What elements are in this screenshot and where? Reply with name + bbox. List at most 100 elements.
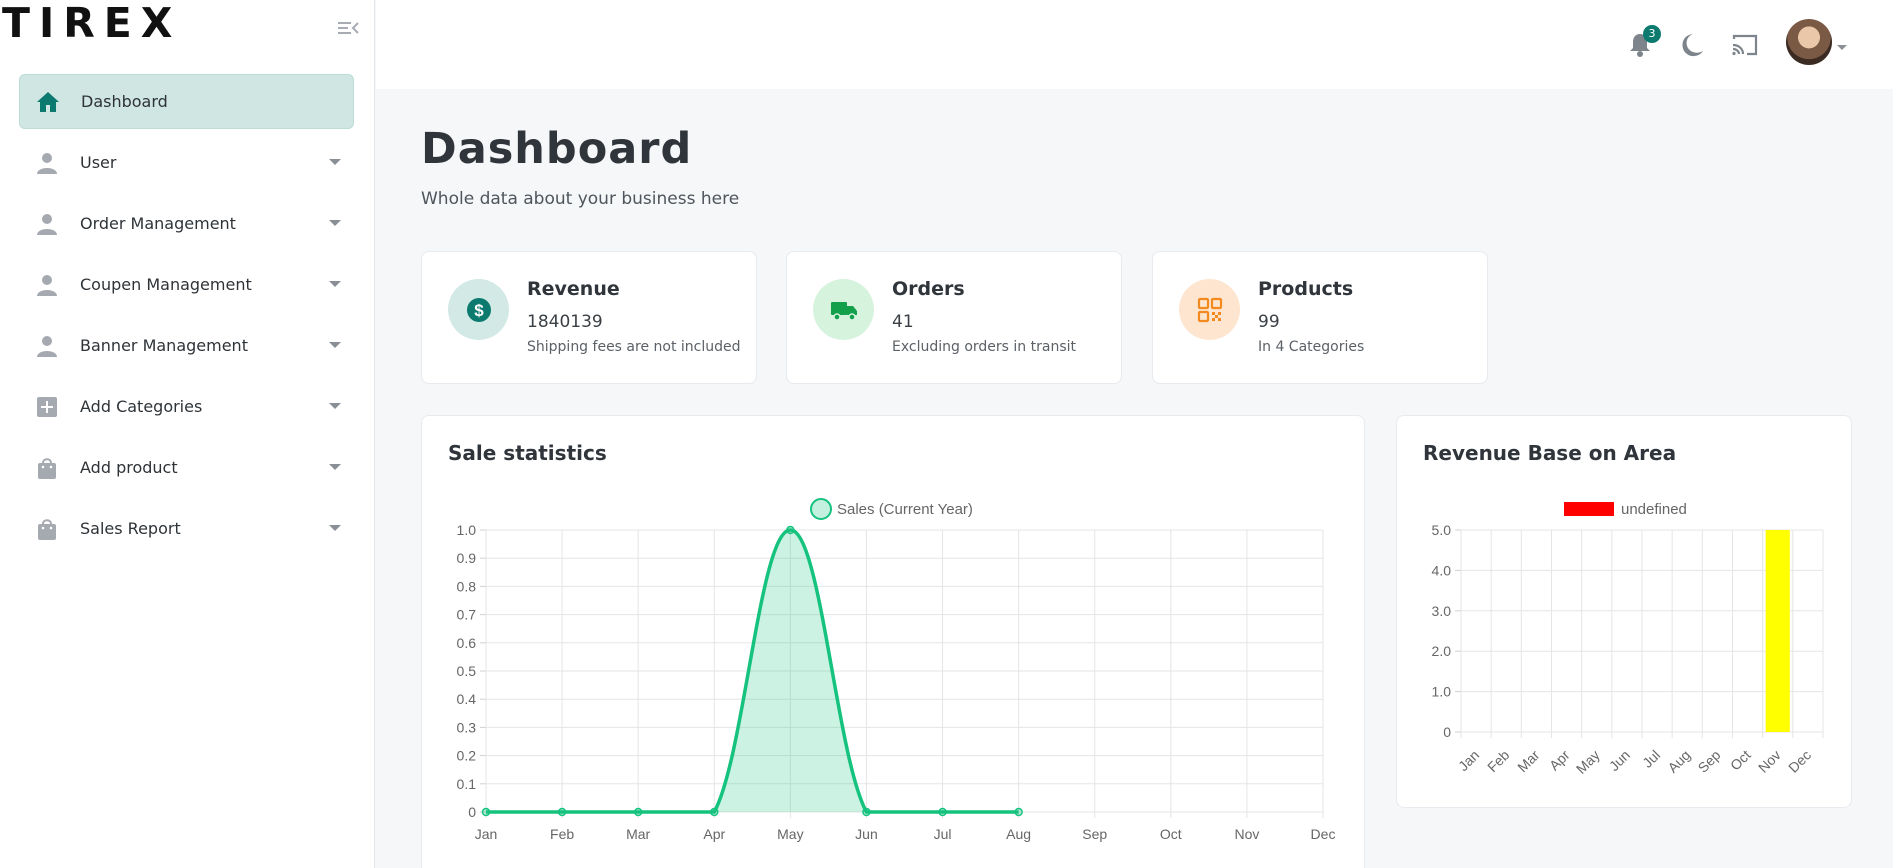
sidebar-item-label: Add product [80, 458, 178, 477]
sidebar-item-label: Banner Management [80, 336, 248, 355]
notification-badge: 3 [1643, 25, 1661, 43]
sidebar-item-sales-report[interactable]: Sales Report [19, 501, 354, 556]
revenue-bar-chart: 0 1.0 2.0 3.0 4.0 5.0 Jan Feb Mar Apr May Jun Jul Aug… [1432, 501, 1824, 777]
x-tick-label: Oct [1160, 826, 1182, 842]
sidebar-item-banner-management[interactable]: Banner Management [19, 318, 354, 373]
avatar[interactable] [1786, 19, 1832, 65]
page-subtitle: Whole data about your business here [421, 189, 740, 209]
data-point [633, 807, 643, 817]
legend-label: undefined [1621, 501, 1687, 518]
y-tick-label: 1.0 [1432, 684, 1452, 700]
data-point [938, 807, 947, 817]
x-tick-label: Nov [1755, 747, 1784, 776]
data-point [786, 525, 795, 535]
sidebar-item-dashboard[interactable]: Dashboard [19, 74, 354, 129]
sidebar-item-label: Order Management [80, 214, 236, 233]
y-tick-label: 0.1 [457, 776, 477, 792]
sidebar-item-label: Sales Report [80, 519, 181, 538]
data-point [481, 807, 491, 817]
topbar [376, 0, 1893, 89]
x-tick-label: Jun [855, 826, 878, 842]
stat-title: Revenue [527, 278, 620, 300]
bar [1765, 530, 1790, 732]
sales-statistics-card: Sale statistics 0 0.1 0.2 0.3 0.4 0.5 0.6 0.7 0.… [421, 415, 1365, 868]
brand-logo[interactable]: TIREX [2, 0, 181, 46]
x-tick-label: Oct [1727, 747, 1754, 774]
chevron-down-icon [329, 464, 341, 470]
legend-label: Sales (Current Year) [837, 501, 973, 518]
user-icon [35, 334, 59, 358]
x-tick-label: Aug [1664, 747, 1693, 776]
y-tick-label: 0 [468, 804, 476, 820]
chevron-down-icon [329, 525, 341, 531]
x-tick-label: Dec [1311, 826, 1336, 842]
chevron-down-icon [329, 159, 341, 165]
shopping-bag-icon [35, 517, 59, 541]
page-title: Dashboard [421, 124, 693, 174]
data-point [557, 807, 567, 817]
y-tick-label: 0.2 [457, 748, 477, 764]
x-tick-label: May [777, 826, 803, 842]
x-tick-label: Mar [626, 826, 650, 842]
sidebar-item-add-product[interactable]: Add product [19, 440, 354, 495]
sidebar-item-label: Dashboard [81, 92, 168, 111]
stat-value: 99 [1258, 312, 1280, 332]
plus-square-icon [35, 395, 59, 419]
truck-icon [813, 279, 874, 340]
x-tick-label: May [1573, 747, 1603, 777]
data-point [710, 807, 719, 817]
sidebar-item-coupen-management[interactable]: Coupen Management [19, 257, 354, 312]
y-tick-label: 0.6 [457, 635, 477, 651]
legend-swatch [1564, 502, 1614, 516]
y-tick-label: 5.0 [1432, 522, 1452, 538]
x-tick-label: Jul [1639, 747, 1663, 771]
x-tick-label: Feb [1484, 747, 1513, 776]
sidebar-item-user[interactable]: User [19, 135, 354, 190]
x-tick-label: Apr [703, 826, 725, 842]
y-tick-label: 0.5 [457, 663, 477, 679]
sidebar-item-order-management[interactable]: Order Management [19, 196, 354, 251]
y-tick-label: 3.0 [1432, 603, 1452, 619]
y-tick-label: 2.0 [1432, 643, 1452, 659]
data-point [862, 807, 871, 817]
y-tick-label: 0.7 [457, 607, 477, 623]
y-tick-label: 0.4 [457, 691, 477, 707]
collapse-sidebar-icon[interactable] [337, 18, 361, 38]
x-tick-label: Jan [475, 826, 498, 842]
home-icon [36, 90, 60, 114]
user-icon [35, 151, 59, 175]
revenue-area-card: Revenue Base on Area 0 1.0 2.0 3.0 4.0 5.0 Jan… [1396, 415, 1852, 808]
orders-card: Orders 41 Excluding orders in transit [786, 251, 1122, 384]
user-icon [35, 273, 59, 297]
y-tick-label: 0.9 [457, 550, 477, 566]
stat-note: Shipping fees are not included [527, 339, 741, 355]
sidebar-item-label: User [80, 153, 117, 172]
y-tick-label: 1.0 [457, 522, 477, 538]
x-tick-label: Aug [1006, 826, 1031, 842]
moon-icon[interactable] [1677, 30, 1707, 60]
dollar-icon: $ [448, 279, 509, 340]
data-point [1014, 807, 1023, 817]
x-tick-label: Dec [1785, 747, 1814, 776]
sidebar-item-add-categories[interactable]: Add Categories [19, 379, 354, 434]
x-tick-label: Mar [1514, 747, 1543, 776]
cast-icon[interactable] [1730, 30, 1760, 60]
revenue-card: $ Revenue 1840139 Shipping fees are not … [421, 251, 757, 384]
x-tick-label: Jan [1455, 747, 1482, 774]
x-tick-label: Jun [1606, 747, 1633, 774]
sales-line-chart: 0 0.1 0.2 0.3 0.4 0.5 0.6 0.7 0.8 0.9 1.0 Jan Feb Mar… [457, 498, 1336, 842]
stat-note: Excluding orders in transit [892, 339, 1076, 355]
stat-note: In 4 Categories [1258, 339, 1365, 355]
x-tick-label: Nov [1234, 826, 1259, 842]
chevron-down-icon[interactable] [1837, 45, 1847, 50]
y-tick-label: 4.0 [1432, 562, 1452, 578]
x-tick-label: Sep [1082, 826, 1107, 842]
sidebar-nav: Dashboard User Order Management Coupen M… [19, 74, 354, 562]
legend-marker [810, 498, 832, 520]
x-tick-label: Apr [1546, 747, 1573, 774]
y-tick-label: 0 [1443, 724, 1451, 740]
y-tick-label: 0.8 [457, 578, 477, 594]
sidebar-item-label: Add Categories [80, 397, 203, 416]
products-card: Products 99 In 4 Categories [1152, 251, 1488, 384]
svg-text:$: $ [474, 301, 484, 320]
